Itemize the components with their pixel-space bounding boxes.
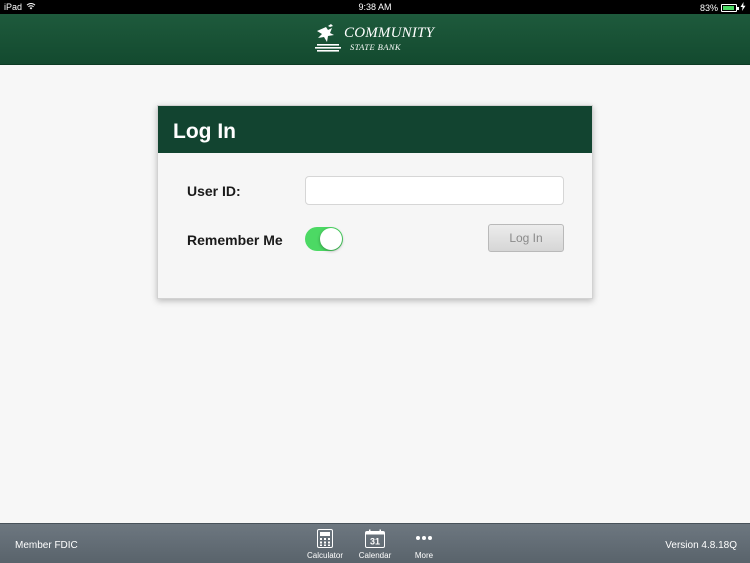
tab-calculator-label: Calculator [306,551,343,560]
calendar-icon: 31 [352,528,398,548]
bottom-toolbar: Member FDIC Calculator 31 Calendar More … [0,523,750,563]
toggle-knob [320,228,342,250]
app-header: COMMUNITY STATE BANK [0,14,750,65]
tab-more[interactable]: More [401,528,447,560]
remember-me-label: Remember Me [187,232,283,248]
tab-calendar[interactable]: 31 Calendar [352,528,398,560]
status-bar: iPad 9:38 AM 83% [0,0,750,14]
battery-percent: 83% [699,2,718,13]
login-button[interactable]: Log In [488,224,564,252]
tab-calendar-label: Calendar [358,551,392,560]
status-right: 83% [700,2,746,13]
remember-me-toggle[interactable] [305,227,343,251]
battery-icon [721,3,739,12]
calculator-icon [302,528,348,548]
user-id-input[interactable] [305,176,564,205]
version-text: Version 4.8.18Q [665,540,737,551]
logo-line1: COMMUNITY [344,25,435,41]
user-id-label: User ID: [187,183,241,199]
tab-more-label: More [414,551,434,560]
logo-line2: STATE BANK [350,42,401,52]
bank-logo: COMMUNITY STATE BANK [314,22,438,58]
status-time: 9:38 AM [358,2,392,12]
login-title: Log In [158,106,592,153]
eagle-logo-icon [315,24,341,52]
tab-calculator[interactable]: Calculator [302,528,348,560]
member-fdic-text: Member FDIC [15,540,78,551]
charging-icon [740,2,746,13]
more-icon [401,528,447,548]
calendar-icon-day: 31 [370,536,380,546]
login-card: Log In User ID: Remember Me Log In [157,105,593,299]
